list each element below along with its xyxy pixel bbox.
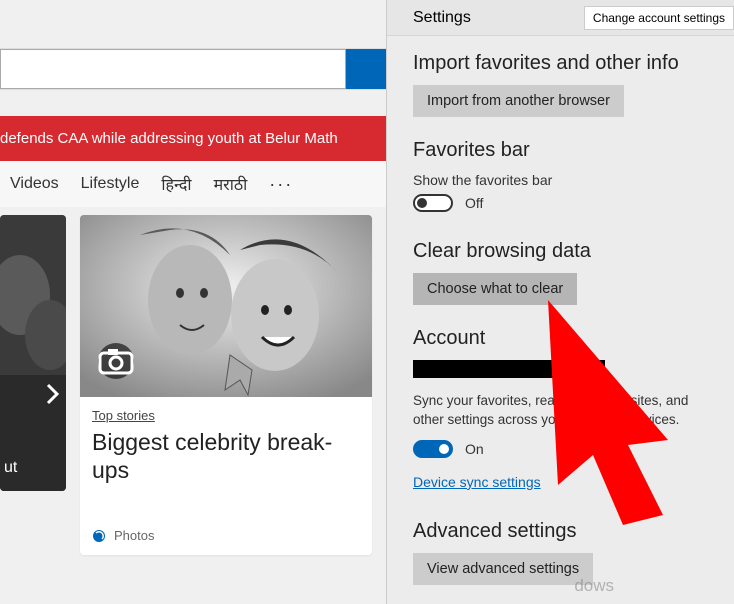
favorites-bar-toggle-label: Off bbox=[465, 195, 483, 211]
tab-hindi[interactable]: हिन्दी bbox=[161, 173, 191, 195]
tab-marathi[interactable]: मराठी bbox=[214, 173, 248, 195]
carousel-next-icon[interactable] bbox=[46, 383, 60, 411]
search-input[interactable] bbox=[0, 49, 346, 89]
news-card[interactable]: Top stories Biggest celebrity break-ups … bbox=[80, 215, 372, 555]
favorites-bar-toggle[interactable] bbox=[413, 194, 453, 212]
source-icon bbox=[92, 529, 106, 543]
settings-header: Settings Change account settings bbox=[387, 0, 734, 36]
news-ticker[interactable]: defends CAA while addressing youth at Be… bbox=[0, 116, 386, 161]
favorites-bar-title: Favorites bar bbox=[413, 139, 710, 162]
news-card-title: Biggest celebrity break-ups bbox=[92, 429, 360, 484]
choose-clear-button[interactable]: Choose what to clear bbox=[413, 273, 577, 305]
settings-body[interactable]: Import favorites and other info Import f… bbox=[387, 36, 734, 604]
sync-toggle[interactable] bbox=[413, 440, 453, 458]
search-bar bbox=[0, 48, 386, 90]
advanced-title: Advanced settings bbox=[413, 520, 710, 543]
settings-panel: Settings Change account settings Import … bbox=[386, 0, 734, 604]
thumb-caption: ut bbox=[0, 459, 17, 477]
tab-videos[interactable]: Videos bbox=[10, 175, 59, 193]
import-section-title: Import favorites and other info bbox=[413, 52, 710, 75]
favorites-bar-label: Show the favorites bar bbox=[413, 172, 710, 188]
import-button[interactable]: Import from another browser bbox=[413, 85, 624, 117]
sync-toggle-label: On bbox=[465, 441, 484, 457]
tabs-more-icon[interactable]: ··· bbox=[269, 174, 293, 195]
top-stories-link[interactable]: Top stories bbox=[92, 408, 155, 423]
source-label: Photos bbox=[114, 528, 154, 543]
news-card-body: Top stories Biggest celebrity break-ups … bbox=[80, 397, 372, 555]
camera-icon bbox=[98, 343, 134, 379]
news-card-image bbox=[80, 215, 372, 397]
change-account-button[interactable]: Change account settings bbox=[584, 6, 734, 30]
content-row: ut bbox=[0, 215, 386, 555]
nav-tabs: Videos Lifestyle हिन्दी मराठी ··· bbox=[0, 161, 386, 207]
search-button[interactable] bbox=[346, 49, 386, 89]
tab-lifestyle[interactable]: Lifestyle bbox=[81, 175, 140, 193]
news-card-source: Photos bbox=[92, 528, 360, 543]
sync-description: Sync your favorites, reading list, top s… bbox=[413, 392, 710, 430]
account-email-redacted bbox=[413, 360, 605, 378]
device-sync-link[interactable]: Device sync settings bbox=[413, 474, 541, 490]
carousel-thumb[interactable]: ut bbox=[0, 215, 66, 491]
view-advanced-button[interactable]: View advanced settings bbox=[413, 553, 593, 585]
clear-data-title: Clear browsing data bbox=[413, 240, 710, 263]
main-content-area: defends CAA while addressing youth at Be… bbox=[0, 0, 386, 604]
settings-title: Settings bbox=[413, 9, 471, 27]
account-title: Account bbox=[413, 327, 710, 350]
